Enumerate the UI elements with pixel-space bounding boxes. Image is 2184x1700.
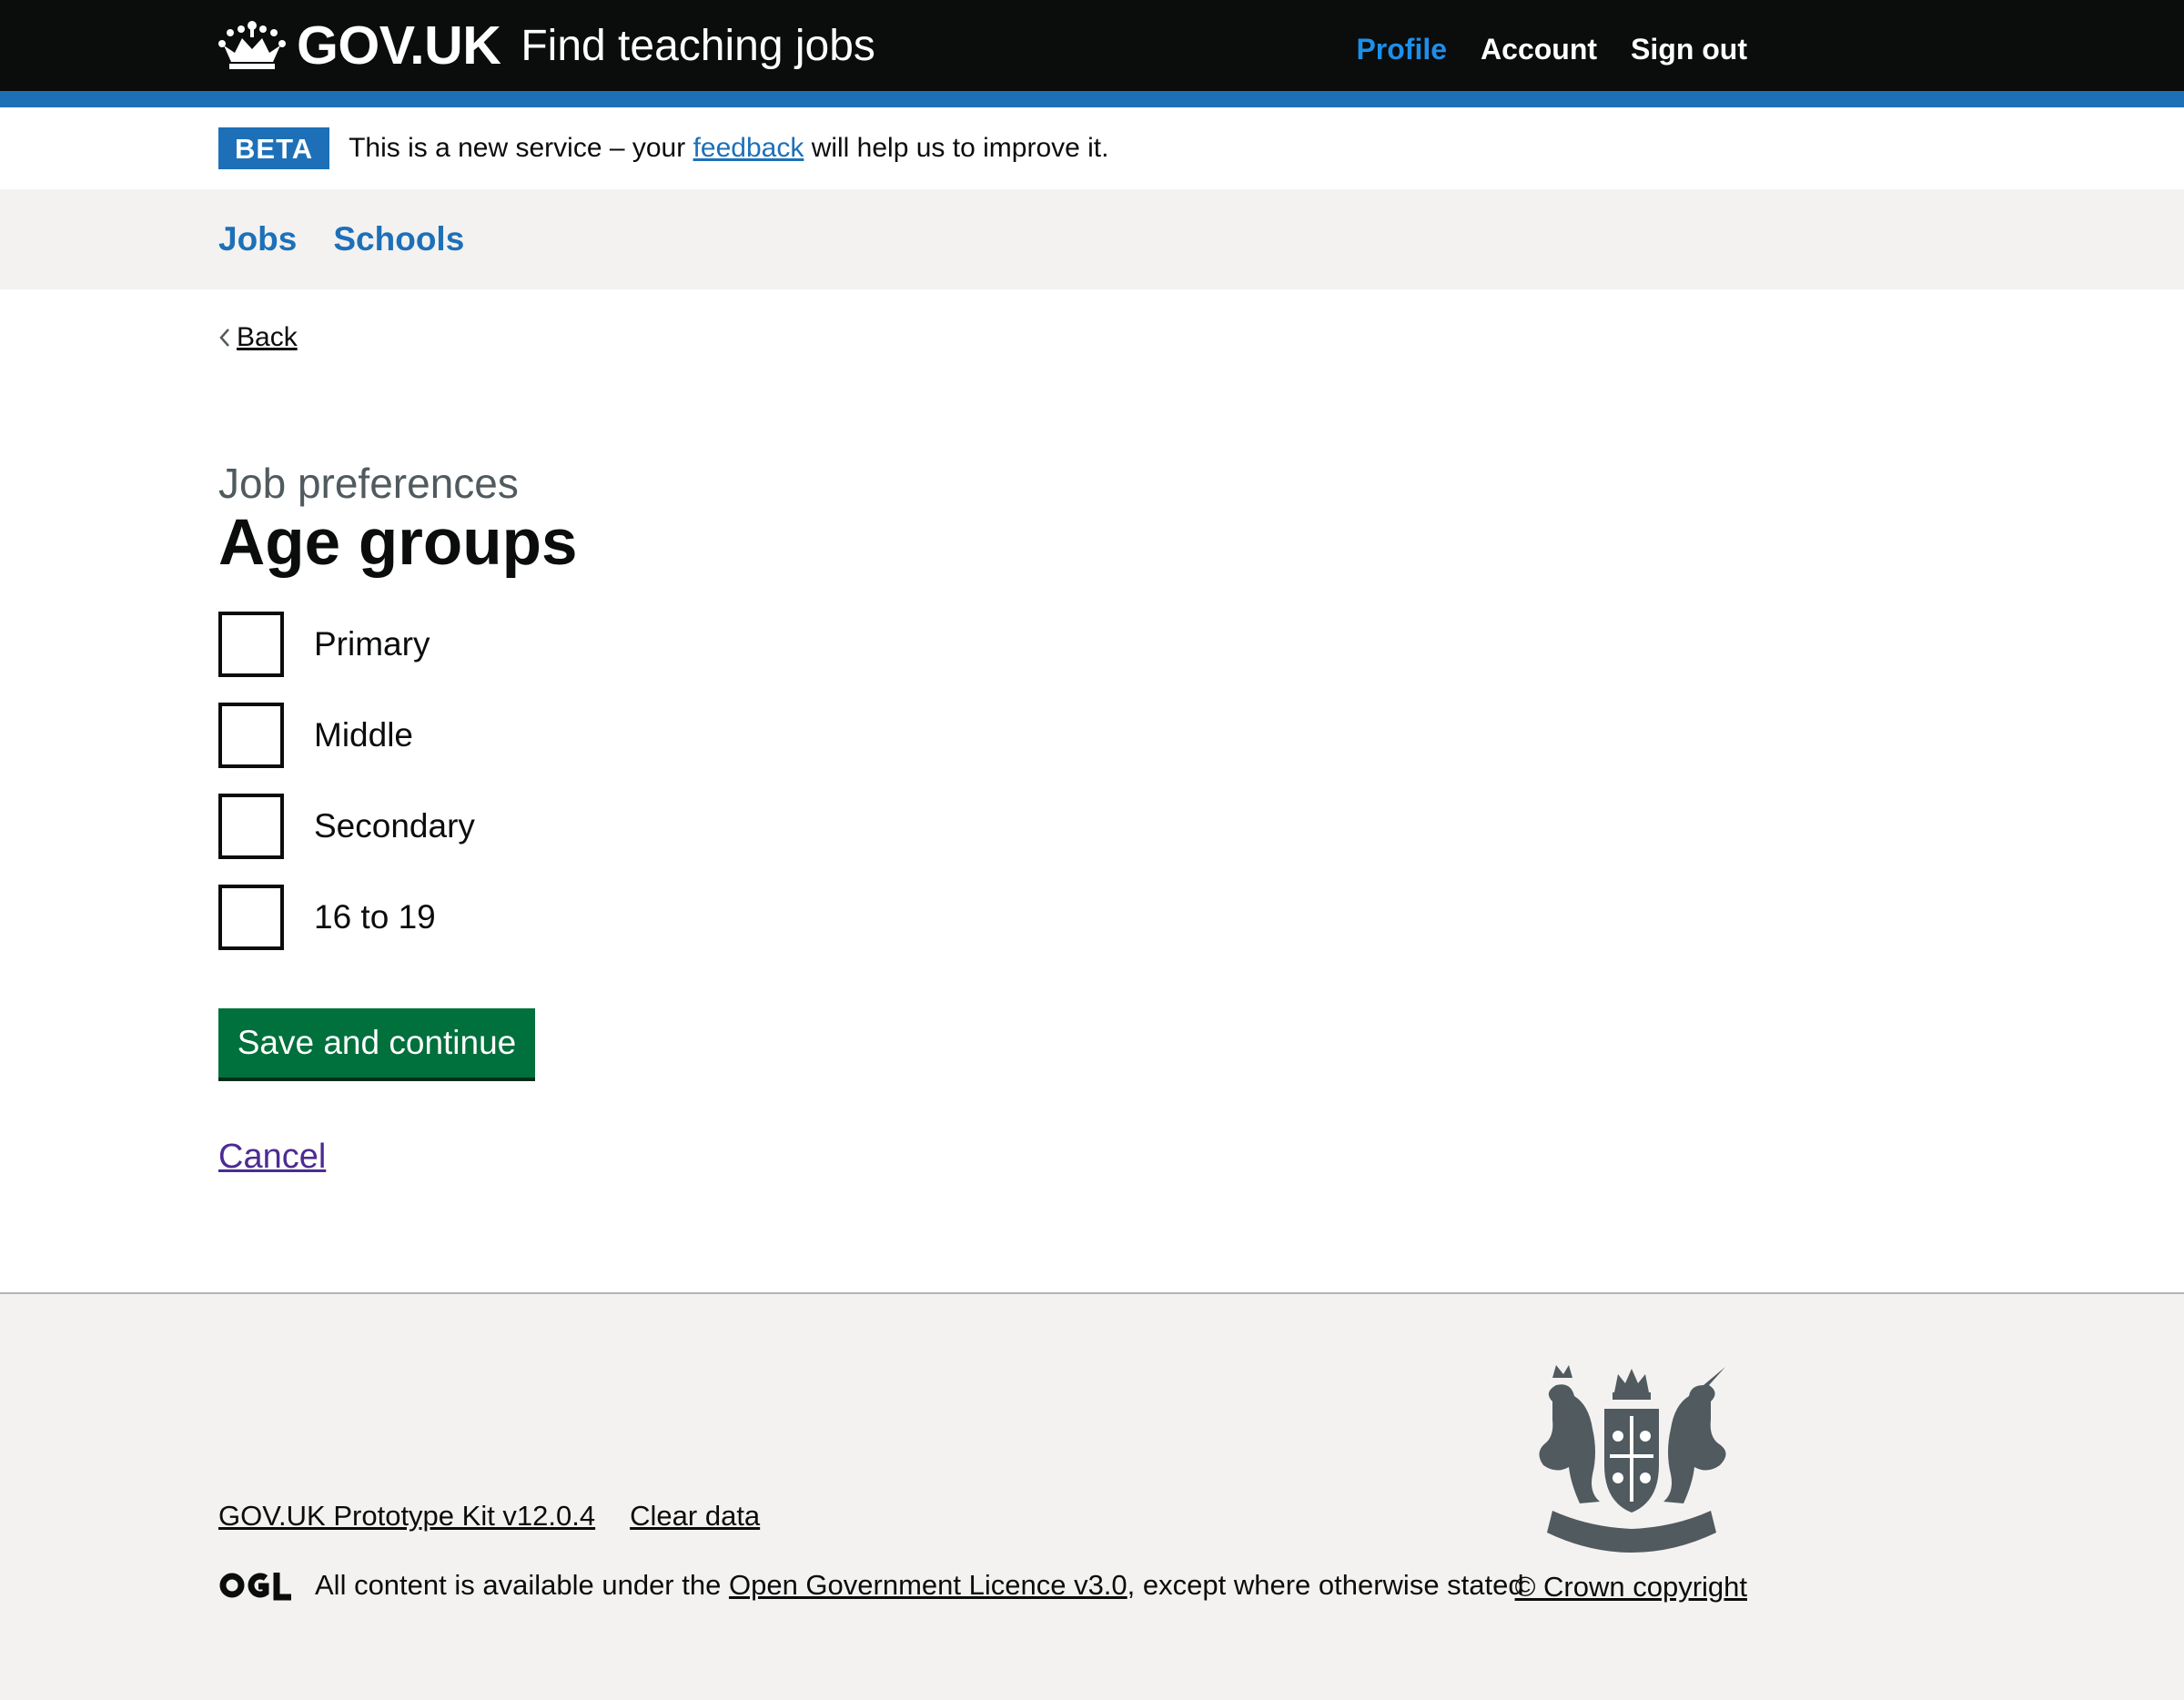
back-link-row[interactable]: Back (218, 322, 298, 353)
licence-row: All content is available under the Open … (218, 1569, 1524, 1602)
sub-navigation: Jobs Schools (0, 189, 2184, 289)
phase-banner: BETA This is a new service – your feedba… (0, 107, 2184, 189)
feedback-link[interactable]: feedback (693, 133, 804, 163)
back-link[interactable]: Back (237, 322, 298, 353)
phase-text-after: will help us to improve it. (811, 133, 1109, 163)
checkbox-secondary[interactable]: Secondary (218, 790, 475, 863)
open-government-licence-link[interactable]: Open Government Licence v3.0 (729, 1569, 1127, 1602)
phase-text-before: This is a new service – your (349, 133, 686, 163)
checkbox-input[interactable] (218, 794, 284, 859)
licence-text-after: , except where otherwise stated (1127, 1569, 1524, 1601)
phase-banner-text: This is a new service – your feedback wi… (349, 133, 1108, 164)
save-and-continue-button[interactable]: Save and continue (218, 1008, 535, 1078)
licence-text-before: All content is available under the (315, 1569, 722, 1601)
checkbox-middle[interactable]: Middle (218, 699, 475, 772)
checkbox-input[interactable] (218, 612, 284, 677)
checkbox-label[interactable]: 16 to 19 (314, 898, 436, 936)
checkbox-label[interactable]: Secondary (314, 807, 475, 845)
brand[interactable]: GOV.UK Find teaching jobs (218, 15, 875, 76)
site-footer: GOV.UK Prototype Kit v12.0.4 Clear data … (0, 1292, 2184, 1700)
ogl-logo-icon (219, 1573, 291, 1601)
site-header: GOV.UK Find teaching jobs Profile Accoun… (0, 0, 2184, 91)
main-content: Back Job preferences Age groups Primary … (218, 289, 1747, 1199)
nav-sign-out-link[interactable]: Sign out (1631, 33, 1747, 66)
chevron-left-icon (219, 329, 229, 347)
page-title: Age groups (218, 507, 578, 579)
header-accent-bar (0, 91, 2184, 107)
beta-tag: BETA (218, 127, 330, 169)
clear-data-link[interactable]: Clear data (630, 1500, 760, 1533)
service-name[interactable]: Find teaching jobs (521, 21, 875, 71)
royal-coat-of-arms-icon (1539, 1365, 1726, 1553)
footer-links: GOV.UK Prototype Kit v12.0.4 Clear data (218, 1500, 760, 1533)
checkbox-primary[interactable]: Primary (218, 608, 475, 681)
checkbox-16-to-19[interactable]: 16 to 19 (218, 881, 475, 954)
crown-icon (218, 21, 286, 69)
cancel-link[interactable]: Cancel (218, 1138, 326, 1177)
nav-profile-link[interactable]: Profile (1356, 33, 1447, 66)
govuk-logotype: GOV.UK (297, 15, 501, 76)
crown-copyright-link[interactable]: © Crown copyright (1515, 1571, 1747, 1604)
subnav-schools-link[interactable]: Schools (333, 220, 464, 258)
checkbox-label[interactable]: Primary (314, 625, 430, 663)
top-nav: Profile Account Sign out (1356, 25, 1747, 66)
page-caption: Job preferences (218, 460, 519, 507)
age-group-checkboxes: Primary Middle Secondary 16 to 19 (218, 608, 475, 972)
checkbox-input[interactable] (218, 885, 284, 950)
prototype-kit-link[interactable]: GOV.UK Prototype Kit v12.0.4 (218, 1500, 595, 1533)
checkbox-input[interactable] (218, 703, 284, 768)
subnav-jobs-link[interactable]: Jobs (218, 220, 297, 258)
checkbox-label[interactable]: Middle (314, 716, 413, 754)
nav-account-link[interactable]: Account (1481, 33, 1597, 66)
